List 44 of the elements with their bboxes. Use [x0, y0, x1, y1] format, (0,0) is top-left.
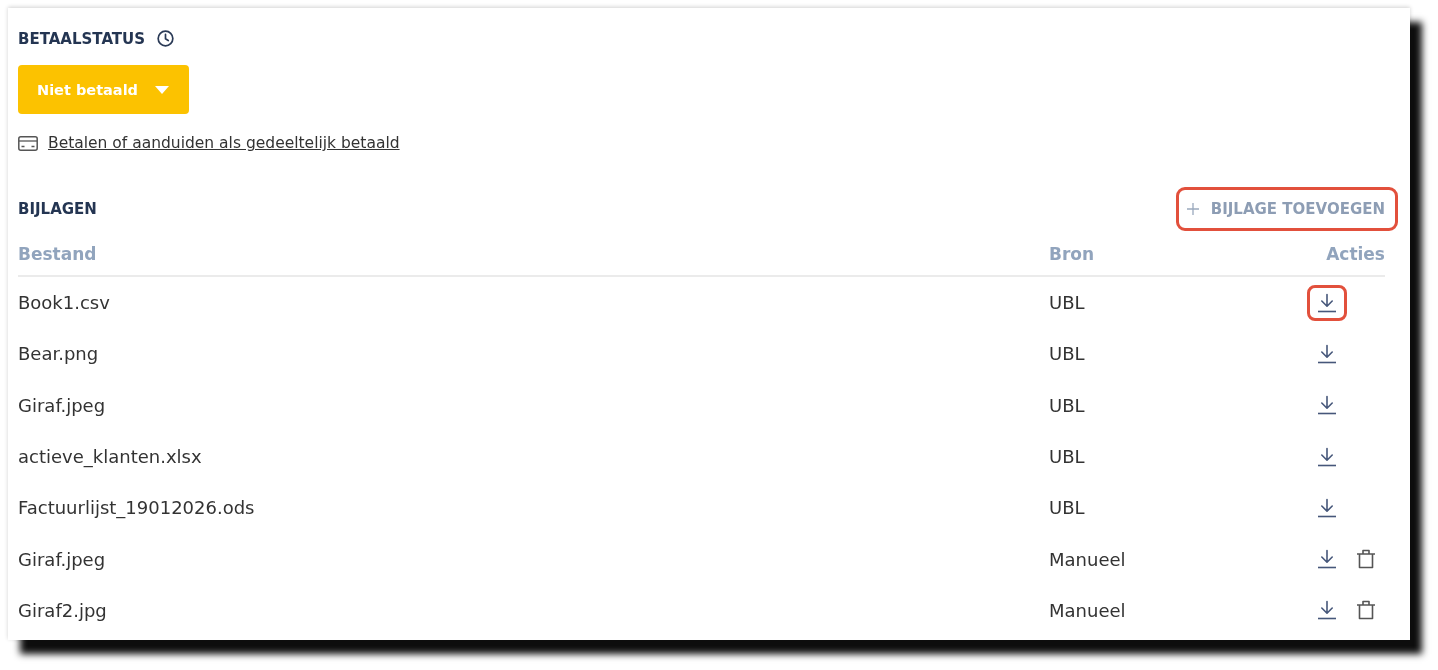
- column-header: Bestand: [18, 244, 98, 264]
- download-button[interactable]: [1317, 549, 1337, 570]
- status-dropdown[interactable]: Niet betaald: [18, 65, 189, 114]
- plus-icon: [1186, 203, 1199, 215]
- download-button[interactable]: [1317, 446, 1337, 467]
- trash-icon: [1356, 549, 1376, 570]
- file-name-cell-text: Giraf2.jpg: [18, 599, 108, 621]
- download-button[interactable]: [1317, 395, 1337, 416]
- file-name-cell-text: Giraf.jpeg: [18, 548, 107, 570]
- source-cell-text: UBL: [1049, 497, 1086, 519]
- section-title: BETAALSTATUS: [18, 29, 146, 48]
- download-button[interactable]: [1317, 600, 1337, 621]
- delete-button[interactable]: [1356, 549, 1376, 570]
- download-icon: [1317, 292, 1337, 313]
- source-cell-text: Manueel: [1049, 548, 1127, 570]
- download-icon: [1317, 446, 1337, 467]
- download-button[interactable]: [1307, 284, 1347, 321]
- source-cell-text: UBL: [1049, 394, 1086, 416]
- download-icon: [1317, 343, 1337, 364]
- download-button[interactable]: [1317, 343, 1337, 364]
- download-button[interactable]: [1317, 497, 1337, 518]
- column-header: Acties: [1326, 244, 1385, 264]
- file-name-cell-text: Factuurlijst_19012026.ods: [18, 497, 256, 519]
- add-attachment-button[interactable]: BIJLAGE TOEVOEGEN: [1175, 187, 1398, 231]
- column-header: Bron: [1049, 244, 1096, 264]
- download-icon: [1317, 497, 1337, 518]
- trash-icon: [1356, 600, 1376, 621]
- section-title: BIJLAGEN: [18, 200, 97, 218]
- download-icon: [1317, 549, 1337, 570]
- file-name-cell-text: Book1.csv: [18, 292, 111, 314]
- download-icon: [1317, 600, 1337, 621]
- source-cell-text: Manueel: [1049, 599, 1127, 621]
- caret-icon: [155, 85, 169, 94]
- source-cell-text: UBL: [1049, 343, 1086, 365]
- card-icon: [18, 135, 38, 151]
- payment-link[interactable]: Betalen of aanduiden als gedeeltelijk betaald: [48, 134, 400, 152]
- download-icon: [1317, 395, 1337, 416]
- file-name-cell-text: Bear.png: [18, 343, 100, 365]
- file-name-cell-text: actieve_klanten.xlsx: [18, 446, 203, 468]
- source-cell-text: UBL: [1049, 446, 1086, 468]
- delete-button[interactable]: [1356, 600, 1376, 621]
- file-name-cell-text: Giraf.jpeg: [18, 394, 107, 416]
- clock-icon: [157, 30, 175, 47]
- source-cell-text: UBL: [1049, 292, 1086, 314]
